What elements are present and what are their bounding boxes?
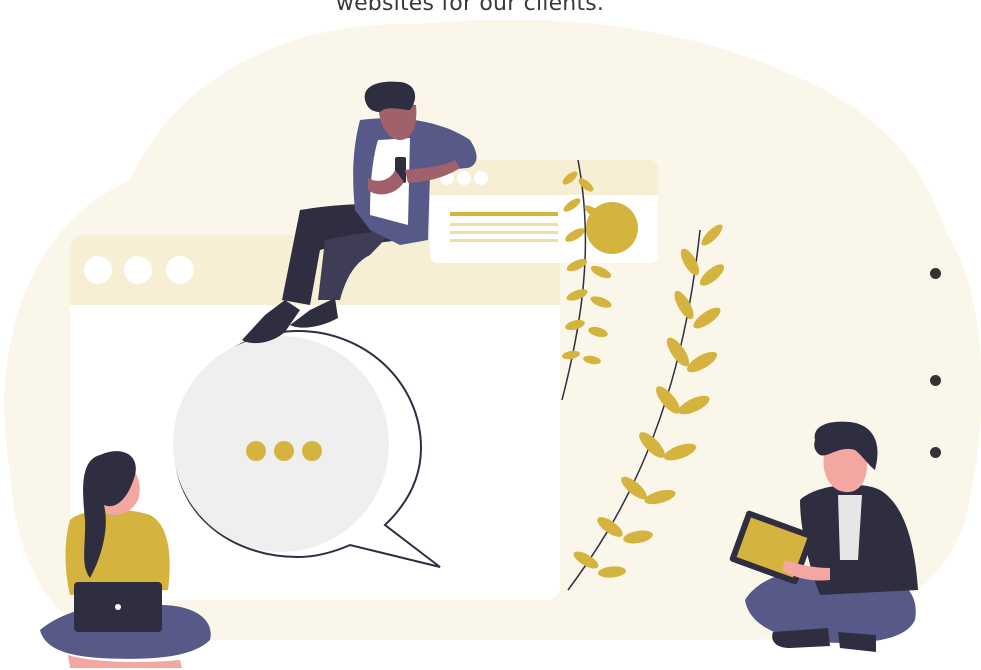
team-illustration: [4, 19, 981, 668]
typing-dot-2: [274, 441, 294, 461]
bullet-dot-icon: [930, 375, 941, 386]
window-dot-1: [84, 256, 112, 284]
browser-window-small: [430, 160, 658, 263]
about-section: websites for our clients.: [0, 0, 981, 670]
bullet-dot-icon: [930, 447, 941, 458]
window-dot-2: [124, 256, 152, 284]
window-dot-3: [166, 256, 194, 284]
typing-dot-1: [246, 441, 266, 461]
typing-dot-3: [302, 441, 322, 461]
bullet-dot-icon: [930, 268, 941, 279]
